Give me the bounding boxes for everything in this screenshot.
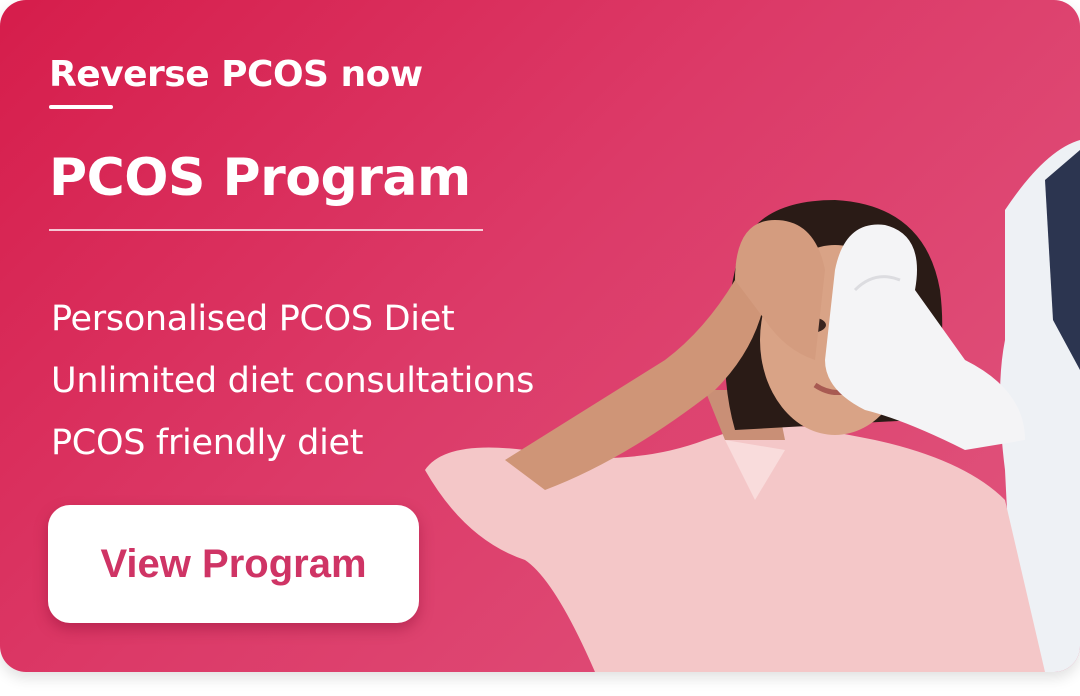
view-program-button[interactable]: View Program xyxy=(48,505,419,623)
woman-heart-hands-photo xyxy=(425,140,1080,672)
eyebrow-underline xyxy=(49,105,113,109)
pcos-program-banner[interactable]: Reverse PCOS now PCOS Program Personalis… xyxy=(0,0,1080,672)
eyebrow-text: Reverse PCOS now xyxy=(49,54,423,95)
